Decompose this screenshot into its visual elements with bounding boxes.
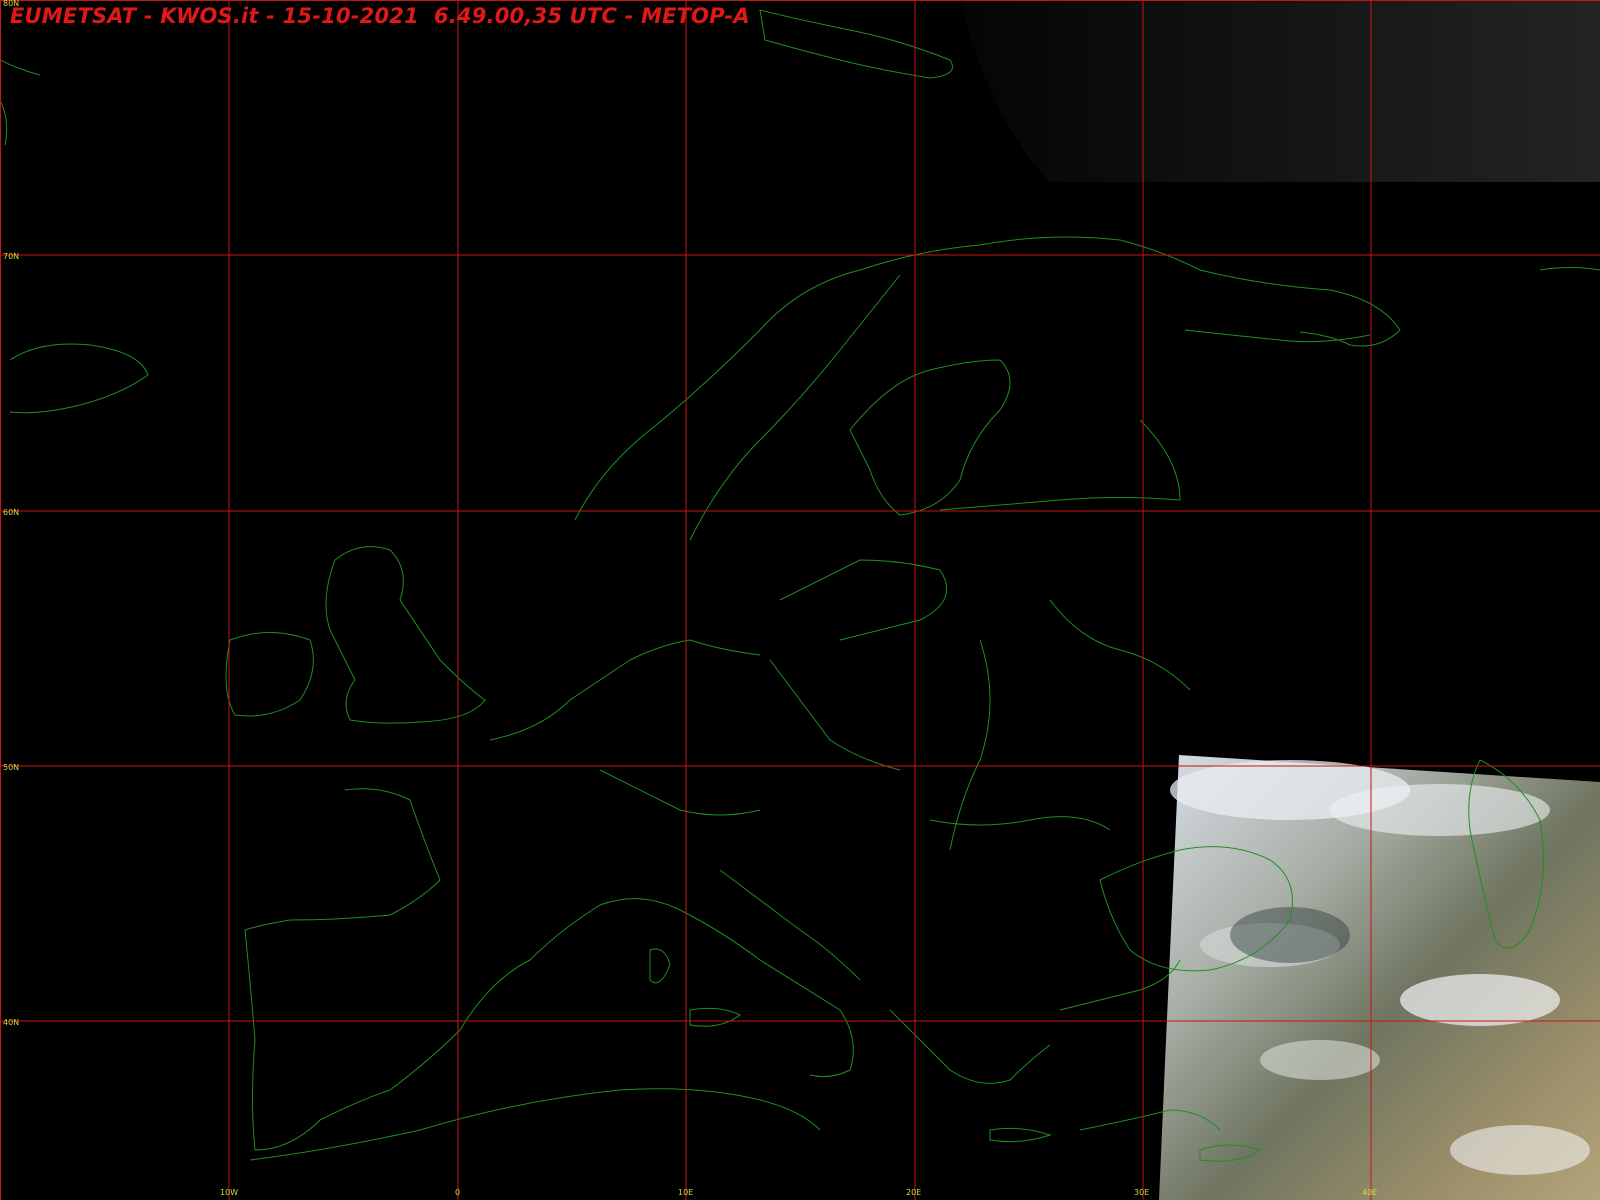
lat-label-50n: 50N: [3, 763, 19, 772]
lat-label-40n: 40N: [3, 1018, 19, 1027]
lat-label-60n: 60N: [3, 508, 19, 517]
lon-label-10w: 10W: [220, 1188, 238, 1197]
lat-label-70n: 70N: [3, 252, 19, 261]
image-title: EUMETSAT - KWOS.it - 15-10-2021 6.49.00,…: [10, 4, 750, 28]
lon-label-40e: 40E: [1362, 1188, 1377, 1197]
lon-label-10e: 10E: [678, 1188, 693, 1197]
satellite-swath-imagery: [1159, 755, 1600, 1200]
satellite-map: 80N 70N 60N 50N 40N 10W 0 10E 20E 30E 40…: [0, 0, 1600, 1200]
lon-label-0: 0: [455, 1188, 460, 1197]
latitude-labels: 80N 70N 60N 50N 40N: [3, 0, 19, 1027]
lon-label-30e: 30E: [1134, 1188, 1149, 1197]
lon-label-20e: 20E: [906, 1188, 921, 1197]
polar-imagery-strip: [960, 0, 1600, 182]
